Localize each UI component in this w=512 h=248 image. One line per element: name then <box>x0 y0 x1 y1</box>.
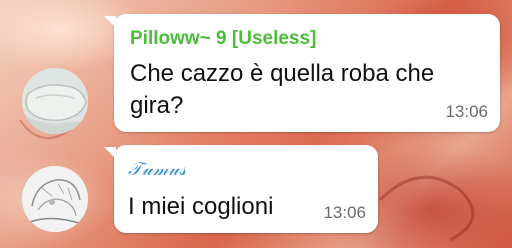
message-time: 13:06 <box>323 203 366 222</box>
sender-name[interactable]: Pilloww~ 9 [Useless] <box>130 28 316 50</box>
pillow-avatar-icon <box>22 68 88 134</box>
message-bubble[interactable]: 𝒯𝓊𝓂𝓊𝓈 I miei coglioni 13:06 <box>114 145 378 233</box>
message-time: 13:06 <box>445 102 488 121</box>
sender-avatar[interactable] <box>22 68 88 134</box>
sender-name[interactable]: 𝒯𝓊𝓂𝓊𝓈 <box>128 159 187 180</box>
message-text-line-1: Che cazzo è quella roba che <box>130 60 435 87</box>
sender-avatar[interactable] <box>22 166 88 232</box>
message-bubble[interactable]: Pilloww~ 9 [Useless] Che cazzo è quella … <box>114 14 500 132</box>
message-text: Che cazzo è quella roba che gira? <box>130 58 434 122</box>
message-text: I miei coglioni <box>128 193 274 220</box>
message-text-line-2: gira? <box>130 92 184 119</box>
sketch-avatar-icon <box>22 166 88 232</box>
